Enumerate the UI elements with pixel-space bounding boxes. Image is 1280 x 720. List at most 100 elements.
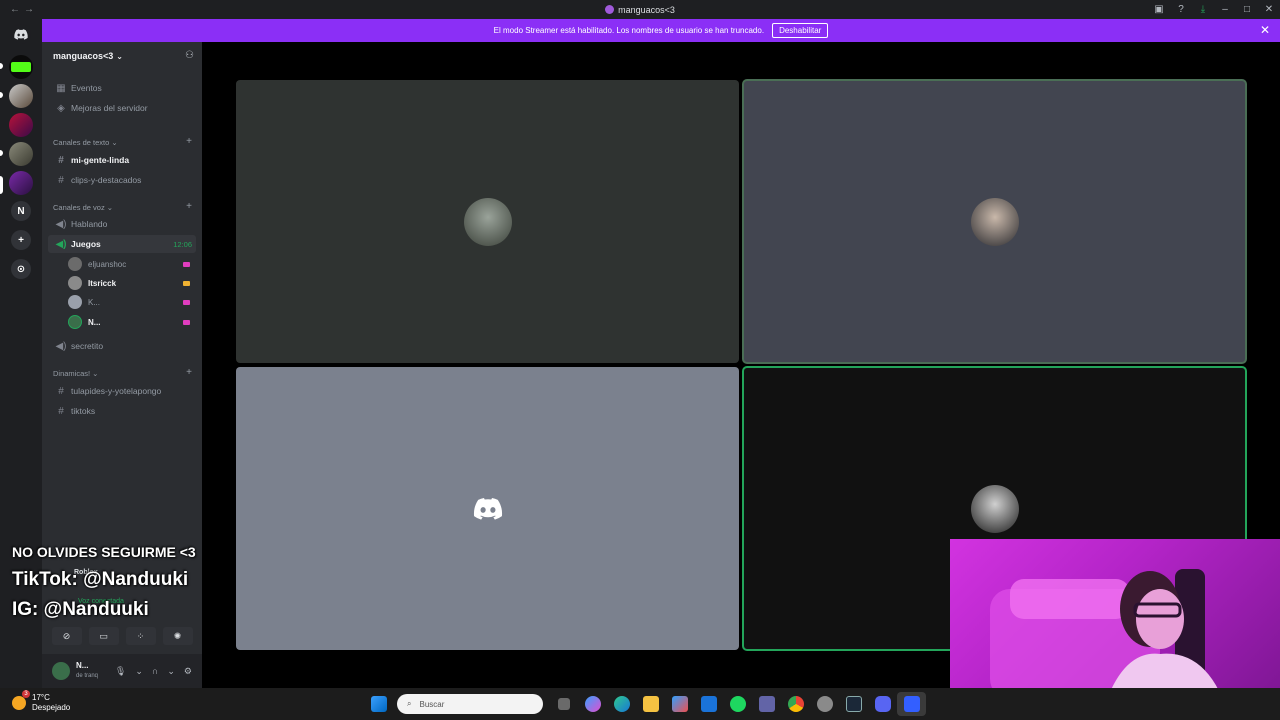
close-banner-icon[interactable]: ✕ xyxy=(1260,23,1270,37)
streaming-icon xyxy=(183,319,190,325)
weather-widget[interactable]: 17°C Despejado xyxy=(12,693,70,713)
server-icon-3[interactable] xyxy=(9,113,33,137)
chevron-down-icon: ⌄ xyxy=(116,51,123,61)
task-view-icon[interactable] xyxy=(549,692,578,716)
copilot-icon[interactable] xyxy=(578,692,607,716)
activities-icon[interactable]: ⁘ xyxy=(125,627,156,645)
chrome-icon[interactable] xyxy=(781,692,810,716)
voice-user[interactable]: N... xyxy=(68,313,196,331)
voice-channel-juegos[interactable]: ◀) Juegos 12:06 xyxy=(48,235,196,253)
add-channel-icon[interactable]: + xyxy=(186,201,192,212)
weather-sun-icon xyxy=(12,696,26,710)
screen-share-icon[interactable]: ▭ xyxy=(88,627,119,645)
outlook-icon[interactable] xyxy=(694,692,723,716)
start-icon[interactable] xyxy=(364,692,393,716)
sidebar-item-events[interactable]: ▦ Eventos xyxy=(48,79,196,97)
settings-gear-icon[interactable]: ⚙ xyxy=(184,666,192,677)
channel-label: tiktoks xyxy=(71,406,96,416)
add-server-icon[interactable]: + xyxy=(11,230,31,250)
voice-user[interactable]: eljuanshoc xyxy=(68,255,196,273)
boost-icon: ◈ xyxy=(57,102,65,114)
invite-people-icon[interactable]: ⚇ xyxy=(185,50,194,61)
chevron-down-icon[interactable]: ⌄ xyxy=(167,666,175,677)
category-label: Canales de voz xyxy=(53,203,105,212)
forward-arrow-icon[interactable]: → xyxy=(22,4,36,15)
back-arrow-icon[interactable]: ← xyxy=(8,4,22,15)
overlay-tiktok-text: TikTok: @Nanduuki xyxy=(12,569,189,590)
unread-pill xyxy=(0,63,3,69)
voice-user-name: eljuanshoc xyxy=(88,259,127,269)
avatar xyxy=(68,276,82,290)
roblox-icon[interactable] xyxy=(897,692,926,716)
calendar-icon: ▦ xyxy=(56,82,66,94)
avatar[interactable] xyxy=(52,662,70,680)
discord-taskbar-icon[interactable] xyxy=(868,692,897,716)
channel-label: mi-gente-linda xyxy=(71,155,130,165)
participant-tile[interactable] xyxy=(742,79,1247,364)
help-icon[interactable]: ? xyxy=(1170,4,1192,15)
voice-user-name: Itsricck xyxy=(88,278,117,288)
file-explorer-icon[interactable] xyxy=(636,692,665,716)
add-channel-icon[interactable]: + xyxy=(186,136,192,147)
channel-tiktoks[interactable]: # tiktoks xyxy=(48,402,196,420)
overlay-instagram-text: IG: @Nanduuki xyxy=(12,599,149,620)
server-icon-2[interactable] xyxy=(9,84,33,108)
server-kick-icon[interactable] xyxy=(9,55,33,79)
window-title: manguacos<3 xyxy=(0,5,1280,15)
voice-user[interactable]: Itsricck xyxy=(68,274,196,292)
server-name: manguacos<3 xyxy=(53,51,114,61)
participant-tile[interactable] xyxy=(236,80,739,363)
microphone-icon[interactable]: 🎙︎ xyxy=(115,666,126,677)
discover-icon[interactable]: ⊙ xyxy=(11,259,31,279)
discord-home-icon[interactable] xyxy=(11,24,31,44)
channel-mi-gente-linda[interactable]: # mi-gente-linda xyxy=(48,151,196,169)
voice-channel-hablando[interactable]: ◀) Hablando xyxy=(48,215,196,233)
voice-user-name: K... xyxy=(88,297,101,307)
soundboard-icon[interactable]: ✺ xyxy=(162,627,193,645)
channel-sidebar: manguacos<3 ⌄ ⚇ ▦ Eventos ◈ Mejoras del … xyxy=(42,42,202,688)
search-input[interactable]: ⌕ Buscar xyxy=(397,694,543,714)
disable-streamer-button[interactable]: Deshabilitar xyxy=(772,23,829,38)
voice-channel-secretito[interactable]: ◀) secretito xyxy=(48,337,196,355)
unread-pill xyxy=(0,150,3,156)
discord-logo-icon xyxy=(473,497,502,520)
chevron-down-icon[interactable]: ⌄ xyxy=(135,666,143,677)
sidebar-item-boosts[interactable]: ◈ Mejoras del servidor xyxy=(48,99,196,117)
channel-label: tulapides-y-yotelapongo xyxy=(71,386,162,396)
category-dinamicas[interactable]: Dinamicas! ⌄ + xyxy=(53,367,196,378)
store-icon[interactable] xyxy=(665,692,694,716)
taskbar: 17°C Despejado 3 ⌕ Buscar xyxy=(0,688,1280,720)
teams-icon[interactable] xyxy=(752,692,781,716)
channel-tulapides[interactable]: # tulapides-y-yotelapongo xyxy=(48,382,196,400)
server-n-icon[interactable]: N xyxy=(11,201,31,221)
voice-user-name: N... xyxy=(88,317,101,327)
streaming-icon xyxy=(183,261,190,267)
inbox-icon[interactable]: ▣ xyxy=(1148,4,1170,15)
server-header[interactable]: manguacos<3 ⌄ ⚇ xyxy=(42,42,202,70)
temperature: 17°C xyxy=(32,693,50,702)
channel-clips[interactable]: # clips-y-destacados xyxy=(48,171,196,189)
speaker-icon: ◀) xyxy=(55,218,67,230)
server-manguacos-icon[interactable] xyxy=(9,171,33,195)
headphones-icon[interactable]: ∩ xyxy=(152,666,158,677)
close-window-icon[interactable]: ✕ xyxy=(1258,4,1280,15)
minimize-icon[interactable]: – xyxy=(1214,4,1236,15)
spotify-icon[interactable] xyxy=(723,692,752,716)
server-icon-4[interactable] xyxy=(9,142,33,166)
category-voice[interactable]: Canales de voz ⌄ + xyxy=(53,201,196,212)
sidebar-item-label: Eventos xyxy=(71,83,102,93)
category-text[interactable]: Canales de texto ⌄ + xyxy=(53,136,196,147)
camera-off-icon[interactable]: ⊘ xyxy=(51,627,82,645)
participant-tile[interactable] xyxy=(236,367,739,650)
avatar xyxy=(970,484,1019,533)
steam-icon[interactable] xyxy=(839,692,868,716)
add-channel-icon[interactable]: + xyxy=(186,367,192,378)
server-icon xyxy=(605,5,615,14)
voice-user[interactable]: K... xyxy=(68,293,196,311)
avatar xyxy=(463,197,512,246)
app-icon[interactable] xyxy=(810,692,839,716)
download-icon[interactable]: ⤓ xyxy=(1192,4,1214,15)
maximize-icon[interactable]: □ xyxy=(1236,4,1258,15)
overlay-follow-text: NO OLVIDES SEGUIRME <3 xyxy=(12,544,196,560)
edge-icon[interactable] xyxy=(607,692,636,716)
